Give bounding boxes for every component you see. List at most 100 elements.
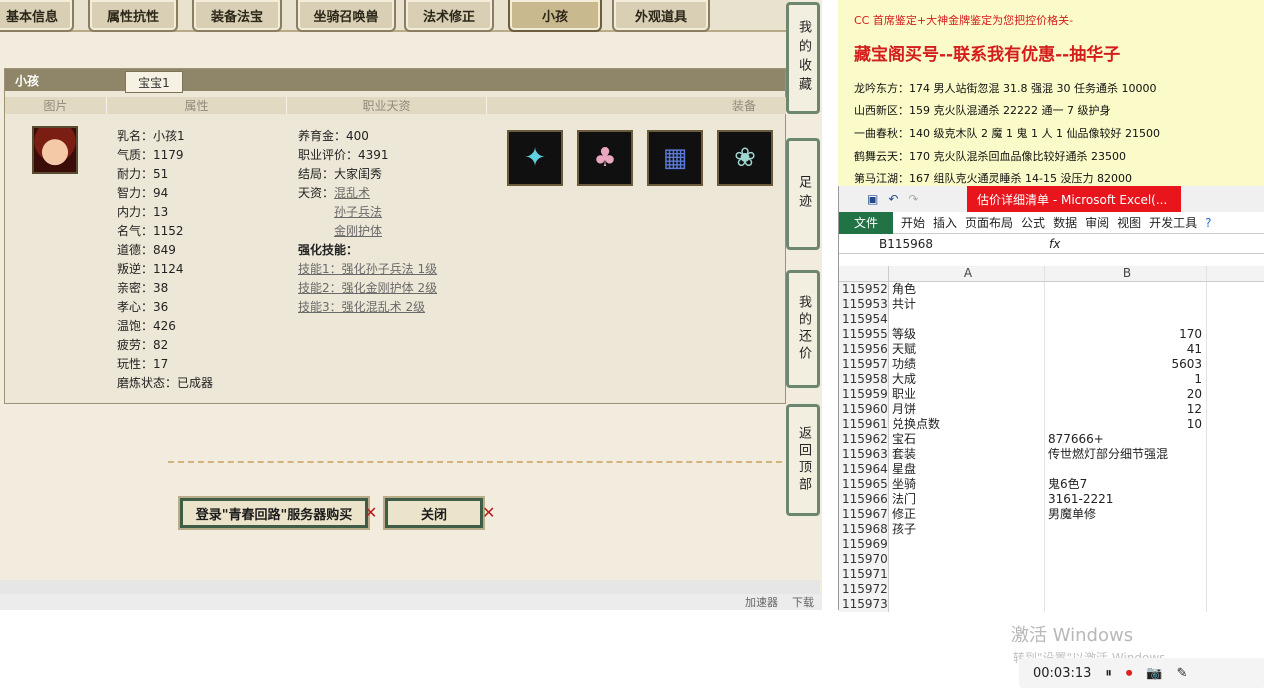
cell-a[interactable]: 共计 bbox=[889, 297, 1045, 312]
ribbon-insert[interactable]: 插入 bbox=[933, 214, 957, 231]
cell-a[interactable] bbox=[889, 582, 1045, 597]
row-number[interactable]: 115955 bbox=[839, 327, 889, 342]
table-row[interactable]: 115968 孩子 bbox=[839, 522, 1264, 537]
table-row[interactable]: 115969 bbox=[839, 537, 1264, 552]
row-number[interactable]: 115954 bbox=[839, 312, 889, 327]
row-number[interactable]: 115953 bbox=[839, 297, 889, 312]
row-number[interactable]: 115968 bbox=[839, 522, 889, 537]
row-number[interactable]: 115963 bbox=[839, 447, 889, 462]
cell-b[interactable]: 10 bbox=[1045, 417, 1207, 432]
table-row[interactable]: 115953 共计 bbox=[839, 297, 1264, 312]
file-tab[interactable]: 文件 bbox=[839, 211, 893, 234]
skill-link-3[interactable]: 技能3：强化混乱术 2级 bbox=[298, 298, 425, 315]
table-row[interactable]: 115957 功绩 5603 bbox=[839, 357, 1264, 372]
ribbon-developer[interactable]: 开发工具 bbox=[1149, 214, 1197, 231]
table-row[interactable]: 115970 bbox=[839, 552, 1264, 567]
cell-b[interactable] bbox=[1045, 522, 1207, 537]
cell-a[interactable]: 月饼 bbox=[889, 402, 1045, 417]
table-row[interactable]: 115960 月饼 12 bbox=[839, 402, 1264, 417]
undo-icon[interactable]: ↶ bbox=[888, 192, 898, 206]
talent-link-1[interactable]: 混乱术 bbox=[334, 184, 370, 201]
table-row[interactable]: 115965 坐骑 鬼6色7 bbox=[839, 477, 1264, 492]
row-number[interactable]: 115969 bbox=[839, 537, 889, 552]
favorites-button[interactable]: 我的收藏 bbox=[786, 2, 820, 114]
cell-a[interactable]: 套装 bbox=[889, 447, 1045, 462]
cell-a[interactable]: 法门 bbox=[889, 492, 1045, 507]
cell-b[interactable]: 20 bbox=[1045, 387, 1207, 402]
tab-equipment[interactable]: 装备法宝 bbox=[192, 0, 282, 32]
cell-b[interactable]: 3161-2221 bbox=[1045, 492, 1207, 507]
table-row[interactable]: 115954 bbox=[839, 312, 1264, 327]
table-row[interactable]: 115961 兑换点数 10 bbox=[839, 417, 1264, 432]
tab-attributes[interactable]: 属性抗性 bbox=[88, 0, 178, 32]
cell-b[interactable] bbox=[1045, 462, 1207, 477]
cell-a[interactable]: 宝石 bbox=[889, 432, 1045, 447]
ribbon-home[interactable]: 开始 bbox=[901, 214, 925, 231]
tab-child[interactable]: 小孩 bbox=[508, 0, 602, 32]
equip-slot-4[interactable]: ❀ bbox=[717, 130, 773, 186]
cell-b[interactable] bbox=[1045, 297, 1207, 312]
row-number[interactable]: 115959 bbox=[839, 387, 889, 402]
cell-b[interactable] bbox=[1045, 552, 1207, 567]
table-row[interactable]: 115964 星盘 bbox=[839, 462, 1264, 477]
cell-a[interactable]: 角色 bbox=[889, 282, 1045, 297]
footprint-button[interactable]: 足迹 bbox=[786, 138, 820, 250]
table-row[interactable]: 115956 天赋 41 bbox=[839, 342, 1264, 357]
cell-b[interactable]: 5603 bbox=[1045, 357, 1207, 372]
cell-b[interactable]: 鬼6色7 bbox=[1045, 477, 1207, 492]
tab-spells[interactable]: 法术修正 bbox=[404, 0, 494, 32]
cell-a[interactable] bbox=[889, 312, 1045, 327]
help-icon[interactable]: ? bbox=[1205, 216, 1211, 230]
equip-slot-2[interactable]: ♣ bbox=[577, 130, 633, 186]
equip-slot-3[interactable]: ▦ bbox=[647, 130, 703, 186]
accelerator-label[interactable]: 加速器 bbox=[745, 594, 778, 610]
close-button[interactable]: 关闭 bbox=[383, 496, 485, 530]
skill-link-2[interactable]: 技能2：强化金刚护体 2级 bbox=[298, 279, 437, 296]
redo-icon[interactable]: ↷ bbox=[908, 192, 918, 206]
talent-link-3[interactable]: 金刚护体 bbox=[334, 222, 382, 239]
cell-a[interactable]: 天赋 bbox=[889, 342, 1045, 357]
row-number[interactable]: 115962 bbox=[839, 432, 889, 447]
cell-a[interactable]: 功绩 bbox=[889, 357, 1045, 372]
table-row[interactable]: 115962 宝石 877666+ bbox=[839, 432, 1264, 447]
row-number[interactable]: 115960 bbox=[839, 402, 889, 417]
pause-icon[interactable]: ⏸ bbox=[1105, 666, 1112, 681]
cell-a[interactable]: 星盘 bbox=[889, 462, 1045, 477]
ribbon-view[interactable]: 视图 bbox=[1117, 214, 1141, 231]
fx-icon[interactable]: fx bbox=[1049, 237, 1060, 251]
cell-a[interactable] bbox=[889, 537, 1045, 552]
row-number[interactable]: 115967 bbox=[839, 507, 889, 522]
download-label[interactable]: 下载 bbox=[792, 594, 814, 610]
my-bargain-button[interactable]: 我的还价 bbox=[786, 270, 820, 388]
cell-b[interactable]: 41 bbox=[1045, 342, 1207, 357]
table-row[interactable]: 115972 bbox=[839, 582, 1264, 597]
camera-icon[interactable]: 📷 bbox=[1146, 666, 1162, 681]
buy-button[interactable]: 登录"青春回路"服务器购买 bbox=[178, 496, 370, 530]
row-number[interactable]: 115970 bbox=[839, 552, 889, 567]
row-number[interactable]: 115971 bbox=[839, 567, 889, 582]
table-row[interactable]: 115955 等级 170 bbox=[839, 327, 1264, 342]
table-row[interactable]: 115971 bbox=[839, 567, 1264, 582]
tab-basic-info[interactable]: 基本信息 bbox=[0, 0, 74, 32]
row-number[interactable]: 115961 bbox=[839, 417, 889, 432]
row-number[interactable]: 115965 bbox=[839, 477, 889, 492]
cell-a[interactable] bbox=[889, 552, 1045, 567]
row-number[interactable]: 115957 bbox=[839, 357, 889, 372]
save-icon[interactable]: ▣ bbox=[867, 192, 878, 206]
table-row[interactable]: 115966 法门 3161-2221 bbox=[839, 492, 1264, 507]
tab-mounts[interactable]: 坐骑召唤兽 bbox=[296, 0, 396, 32]
cell-a[interactable] bbox=[889, 567, 1045, 582]
col-header-a[interactable]: A bbox=[889, 266, 1045, 281]
sheet-grid[interactable]: A B 115952 角色 115953 共计 115954 115955 等级 170 115… bbox=[839, 266, 1264, 688]
row-number[interactable]: 115966 bbox=[839, 492, 889, 507]
row-number[interactable]: 115956 bbox=[839, 342, 889, 357]
talent-link-2[interactable]: 孙子兵法 bbox=[334, 203, 382, 220]
cell-a[interactable]: 修正 bbox=[889, 507, 1045, 522]
cell-b[interactable]: 男魔单修 bbox=[1045, 507, 1207, 522]
cell-a[interactable]: 坐骑 bbox=[889, 477, 1045, 492]
cell-a[interactable]: 孩子 bbox=[889, 522, 1045, 537]
cell-b[interactable]: 12 bbox=[1045, 402, 1207, 417]
cell-b[interactable]: 170 bbox=[1045, 327, 1207, 342]
subtab-baby1[interactable]: 宝宝1 bbox=[125, 71, 183, 93]
pen-icon[interactable]: ✎ bbox=[1177, 666, 1188, 681]
